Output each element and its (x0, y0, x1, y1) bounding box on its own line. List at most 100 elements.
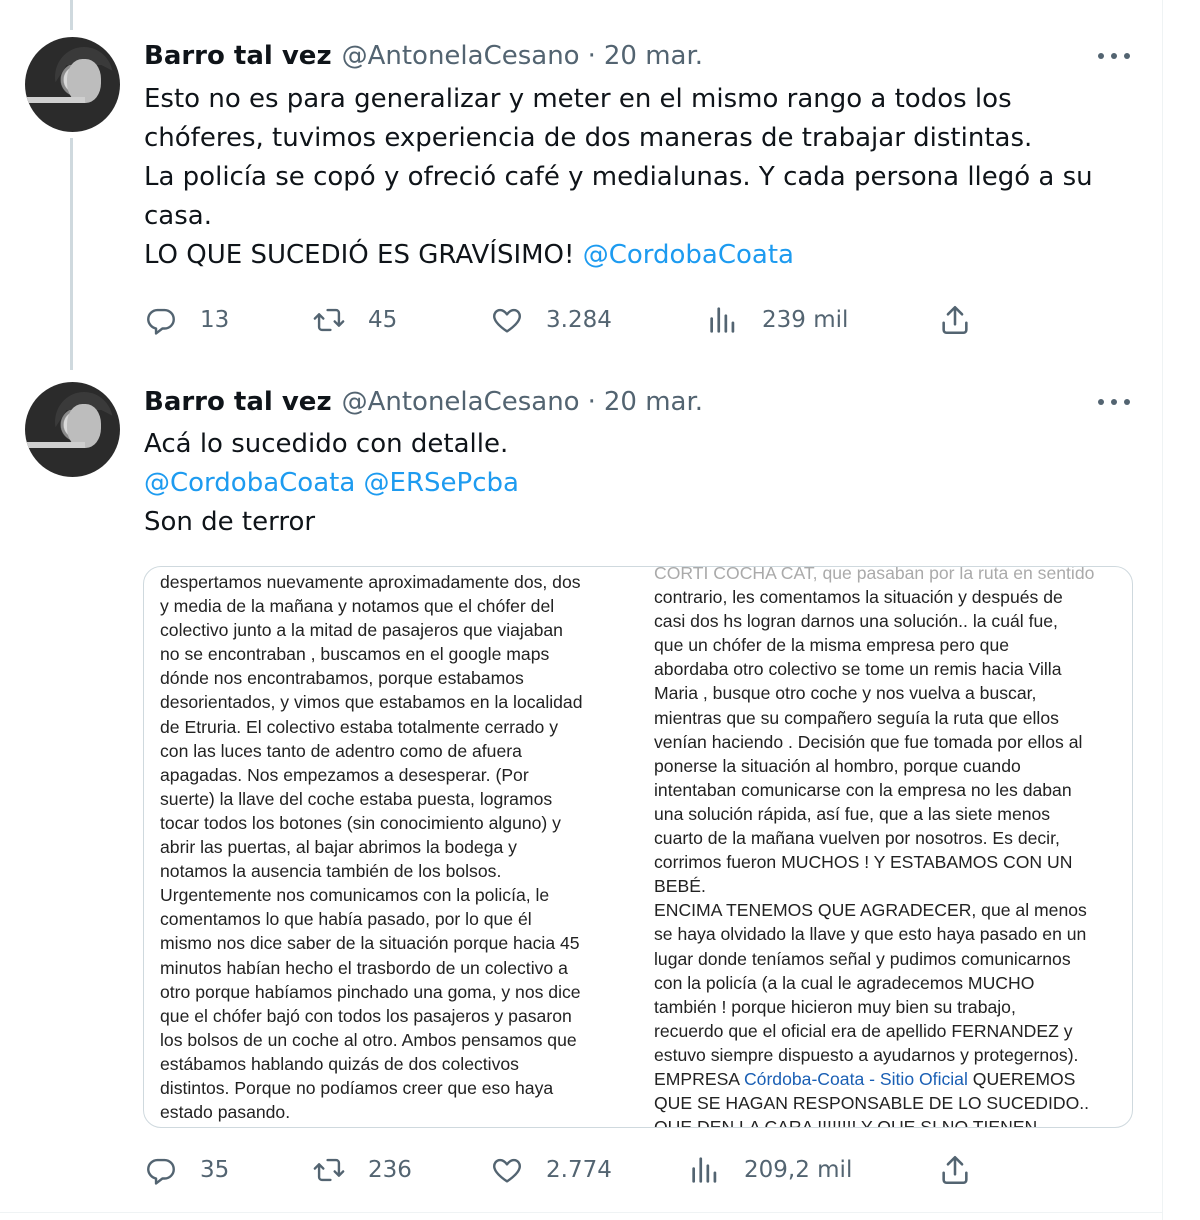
column-border (1162, 0, 1163, 1220)
bottom-divider (0, 1212, 1162, 1213)
image-text-line: abrir las puertas, al bajar abrimos la b… (160, 837, 517, 858)
reply-button[interactable]: 35 (144, 1150, 229, 1190)
views-count: 239 mil (762, 307, 849, 333)
like-icon (493, 308, 521, 333)
text-line: Esto no es para generalizar y meter en e… (144, 84, 1012, 114)
image-text-line: abordaba otro colectivo se tome un remis… (654, 659, 1062, 680)
tweet-1[interactable]: Barro tal vez @AntonelaCesano · 20 mar. … (0, 0, 1162, 370)
image-text-line: estábamos hablando quizás de dos colecti… (160, 1053, 519, 1074)
image-text-line: venían haciendo . Decisión que fue tomad… (654, 731, 1083, 752)
avatar[interactable] (25, 37, 120, 132)
like-count: 2.774 (546, 1157, 612, 1183)
text-line-content: LO QUE SUCEDIÓ ES GRAVÍSIMO! (144, 240, 583, 270)
image-text-line: desorientados, y vimos que estabamos en … (160, 692, 583, 713)
image-text-line: una solución rápida, así fue, que a las … (654, 803, 1051, 824)
tweet-header: Barro tal vez @AntonelaCesano · 20 mar. (144, 384, 703, 420)
image-text-line: EMPRESA Córdoba-Coata - Sitio Oficial QU… (654, 1067, 1124, 1091)
retweet-icon (313, 308, 345, 332)
more-icon[interactable] (1098, 46, 1130, 66)
tweet-image[interactable]: despertamos nuevamente aproximadamente d… (143, 566, 1133, 1128)
share-button[interactable] (938, 300, 994, 340)
image-text-line: de Etruria. El colectivo estaba totalmen… (160, 716, 559, 737)
reply-button[interactable]: 13 (144, 300, 229, 340)
reply-count: 13 (200, 307, 230, 333)
empresa-prefix: EMPRESA (654, 1068, 744, 1089)
image-text-line: QUE DEN LA CARA !!!!!!!! Y QUE SI NO TIE… (654, 1117, 1038, 1128)
author-handle[interactable]: @AntonelaCesano (342, 41, 580, 71)
image-text-line: con la policía (a la cual le agradecemos… (654, 972, 1035, 993)
image-text-line: casi dos hs logran darnos una solución..… (654, 611, 1058, 632)
views-button[interactable]: 209,2 mil (688, 1150, 852, 1190)
image-text-line: contrario, les comentamos la situación y… (654, 587, 1063, 608)
image-text-line: Urgentemente nos comunicamos con la poli… (160, 885, 550, 906)
views-button[interactable]: 239 mil (706, 300, 848, 340)
reply-count: 35 (200, 1157, 230, 1183)
image-text-line: ENCIMA TENEMOS QUE AGRADECER, que al men… (654, 900, 1087, 921)
image-text-line: que un chófer de la misma empresa pero q… (654, 635, 1010, 656)
image-text-line: minutos habían hecho el trasbordo de un … (160, 957, 568, 978)
retweet-count: 45 (368, 307, 398, 333)
text-line: @CordobaCoata @ERSePcba (144, 464, 1144, 503)
views-icon (710, 307, 735, 333)
tweet-text: Acá lo sucedido con detalle. @CordobaCoa… (144, 425, 1144, 542)
image-text-line: tocar todos los botones (sin conocimient… (160, 812, 561, 833)
tweet-actions: 35 236 2.774 209,2 mil (144, 1150, 984, 1190)
image-text-line: mientras que su compañero seguía la ruta… (654, 707, 1059, 728)
more-icon[interactable] (1098, 392, 1130, 412)
retweet-icon (313, 1158, 345, 1182)
empresa-link: Córdoba-Coata - Sitio Oficial (743, 1068, 968, 1089)
image-text-line: dónde nos encontrabamos, porque estabamo… (160, 668, 524, 689)
author-name[interactable]: Barro tal vez (144, 387, 332, 417)
image-text-line: recuerdo que el oficial era de apellido … (654, 1020, 1073, 1041)
image-text-line: estuvo siempre dispuesto a ayudarnos y p… (654, 1044, 1079, 1065)
reply-icon (147, 308, 175, 335)
image-text-line: otro porque habíamos pinchado una goma, … (160, 981, 581, 1002)
tweet-date[interactable]: 20 mar. (604, 387, 703, 417)
retweet-button[interactable]: 236 (312, 1150, 412, 1190)
mention-link[interactable]: @CordobaCoata (144, 468, 355, 498)
image-text-line: estado pasando. (160, 1102, 291, 1123)
like-count: 3.284 (546, 307, 612, 333)
retweet-count: 236 (368, 1157, 412, 1183)
share-icon (942, 1155, 968, 1185)
mention-link[interactable]: @ERSePcba (364, 468, 519, 498)
image-text-line: cuarto de la mañana vuelven por nosotros… (654, 828, 1060, 849)
tweet-text: Esto no es para generalizar y meter en e… (144, 80, 1144, 275)
image-text-line: QUE SE HAGAN RESPONSABLE DE LO SUCEDIDO.… (654, 1093, 1090, 1114)
tweet-actions: 13 45 3.284 239 mil (144, 300, 984, 340)
reply-icon (147, 1158, 175, 1185)
image-text-line: se haya olvidado la llave y que esto hay… (654, 924, 1087, 945)
image-text-line: notamos la ausencia también de los bolso… (160, 861, 502, 882)
mention-link[interactable]: @CordobaCoata (583, 240, 794, 270)
author-handle[interactable]: @AntonelaCesano (342, 387, 580, 417)
tweet-date[interactable]: 20 mar. (604, 41, 703, 71)
views-count: 209,2 mil (744, 1157, 853, 1183)
image-text-line: comentamos lo que había pasado, por lo q… (160, 909, 532, 930)
tweet-header: Barro tal vez @AntonelaCesano · 20 mar. (144, 38, 703, 74)
text-line: Acá lo sucedido con detalle. (144, 429, 509, 459)
image-text-line: intentaban comunicarse con la empresa no… (654, 779, 1072, 800)
share-button[interactable] (938, 1150, 994, 1190)
author-name[interactable]: Barro tal vez (144, 41, 332, 71)
image-text-line: BEBÉ. (654, 876, 706, 897)
avatar[interactable] (25, 382, 120, 477)
image-text-line: distintos. Porque no podíamos creer que … (160, 1077, 554, 1098)
image-text-line: no se encontraban , buscamos en el googl… (160, 644, 550, 665)
retweet-button[interactable]: 45 (312, 300, 397, 340)
image-text-line: que el chófer bajó con todos los pasajer… (160, 1005, 572, 1026)
like-button[interactable]: 3.284 (490, 300, 612, 340)
like-button[interactable]: 2.774 (490, 1150, 612, 1190)
empresa-suffix: QUEREMOS (967, 1068, 1076, 1089)
image-text-line: con las luces tanto de adentro como de a… (160, 740, 522, 761)
share-icon (942, 305, 968, 335)
image-text-line: apagadas. Nos empezamos a desesperar. (P… (160, 764, 529, 785)
text-line: La policía se copó y ofreció café y medi… (144, 162, 1093, 192)
text-line: LO QUE SUCEDIÓ ES GRAVÍSIMO! @CordobaCoa… (144, 236, 1144, 275)
image-left-column: despertamos nuevamente aproximadamente d… (160, 570, 630, 1124)
image-text-line: también ! porque hicieron muy bien su tr… (654, 996, 1016, 1017)
image-text-line: colectivo junto a la mitad de pasajeros … (160, 620, 563, 641)
text-line: chóferes, tuvimos experiencia de dos man… (144, 123, 1033, 153)
views-icon (692, 1157, 717, 1183)
text-line: casa. (144, 201, 212, 231)
image-text-line: CORTI COCHA CAT, que pasaban por la ruta… (654, 566, 1095, 583)
